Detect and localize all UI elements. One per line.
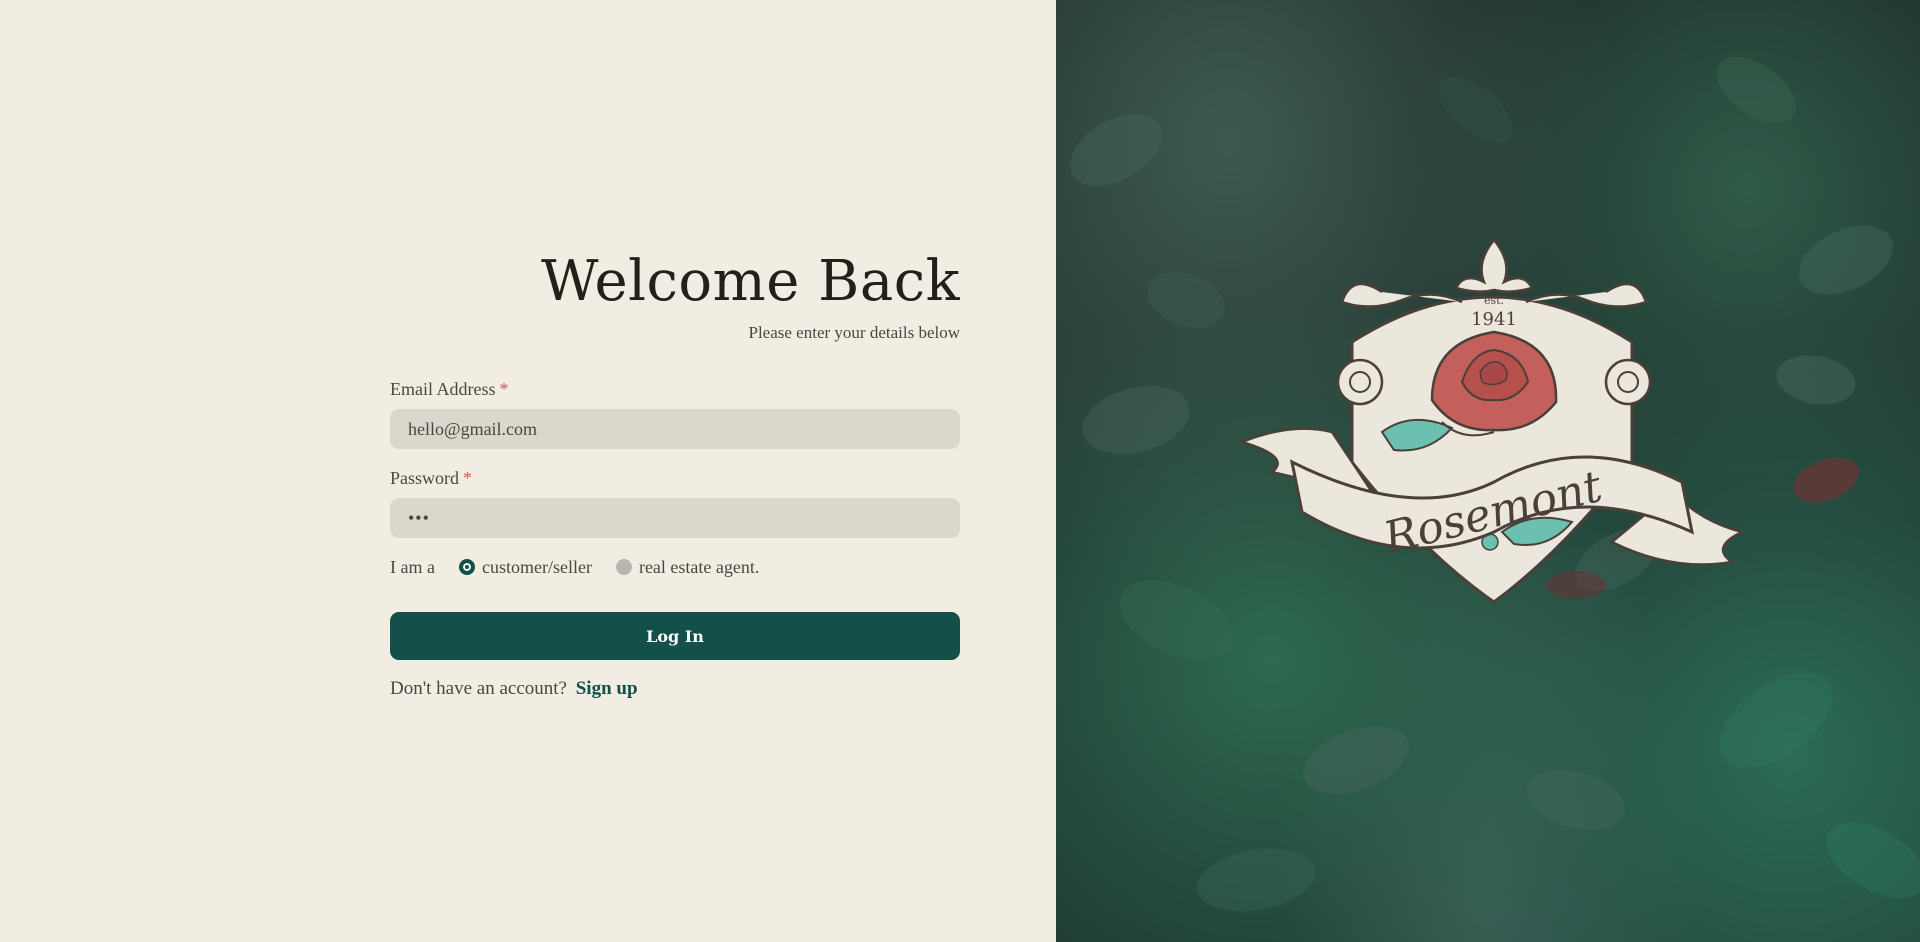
required-marker: * — [499, 379, 509, 399]
role-option-real-estate-agent[interactable]: real estate agent. — [615, 556, 760, 578]
password-label: Password * — [390, 467, 960, 489]
password-field[interactable] — [390, 498, 960, 538]
login-panel: Welcome Back Please enter your details b… — [0, 0, 1056, 942]
required-marker: * — [463, 468, 473, 488]
signup-link[interactable]: Sign up — [576, 678, 638, 699]
signup-prompt: Don't have an account? — [390, 678, 567, 699]
est-label: est. — [1484, 294, 1504, 307]
email-label: Email Address * — [390, 378, 960, 400]
est-year: 1941 — [1471, 309, 1517, 330]
rosemont-crest-logo: est. 1941 Rosemont — [1238, 238, 1746, 604]
page-subtitle: Please enter your details below — [748, 323, 961, 342]
role-option-label: customer/seller — [481, 556, 592, 577]
password-label-text: Password — [390, 468, 460, 488]
signup-row: Don't have an account? Sign up — [390, 678, 960, 700]
email-field[interactable] — [390, 409, 960, 449]
role-option-label: real estate agent. — [638, 556, 760, 577]
email-label-text: Email Address — [390, 379, 496, 399]
radio-selected-icon[interactable] — [458, 559, 475, 575]
login-button[interactable]: Log In — [390, 612, 960, 660]
page-title: Welcome Back — [541, 249, 960, 314]
role-selector: I am a customer/seller real estate agent… — [390, 555, 960, 579]
role-option-customer-seller[interactable]: customer/seller — [458, 556, 592, 578]
login-form: Welcome Back Please enter your details b… — [390, 248, 960, 700]
hero-image-panel: est. 1941 Rosemont — [1056, 0, 1920, 942]
radio-unselected-icon[interactable] — [615, 559, 632, 575]
role-prefix-label: I am a — [390, 556, 435, 577]
